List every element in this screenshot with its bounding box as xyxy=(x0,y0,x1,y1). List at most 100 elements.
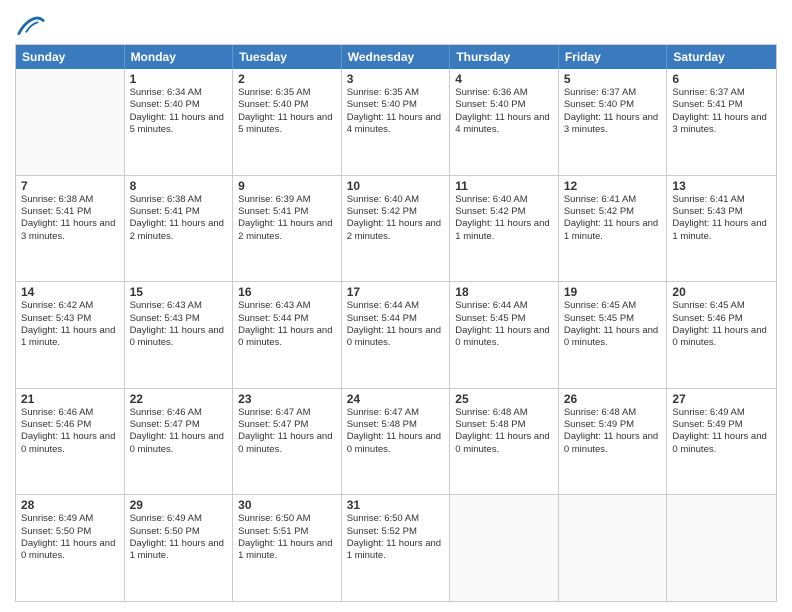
calendar-cell-15: 15Sunrise: 6:43 AMSunset: 5:43 PMDayligh… xyxy=(125,282,234,388)
calendar-cell-12: 12Sunrise: 6:41 AMSunset: 5:42 PMDayligh… xyxy=(559,176,668,282)
calendar-cell-1: 1Sunrise: 6:34 AMSunset: 5:40 PMDaylight… xyxy=(125,69,234,175)
calendar-row-0: 1Sunrise: 6:34 AMSunset: 5:40 PMDaylight… xyxy=(16,69,776,175)
cell-info: Sunrise: 6:48 AMSunset: 5:48 PMDaylight:… xyxy=(455,407,553,456)
day-number: 27 xyxy=(672,392,771,406)
calendar-row-4: 28Sunrise: 6:49 AMSunset: 5:50 PMDayligh… xyxy=(16,494,776,601)
calendar-cell-22: 22Sunrise: 6:46 AMSunset: 5:47 PMDayligh… xyxy=(125,389,234,495)
calendar-row-1: 7Sunrise: 6:38 AMSunset: 5:41 PMDaylight… xyxy=(16,175,776,282)
calendar-cell-13: 13Sunrise: 6:41 AMSunset: 5:43 PMDayligh… xyxy=(667,176,776,282)
weekday-header-sunday: Sunday xyxy=(16,45,125,69)
day-number: 31 xyxy=(347,498,445,512)
calendar-cell-29: 29Sunrise: 6:49 AMSunset: 5:50 PMDayligh… xyxy=(125,495,234,601)
calendar-cell-21: 21Sunrise: 6:46 AMSunset: 5:46 PMDayligh… xyxy=(16,389,125,495)
cell-info: Sunrise: 6:45 AMSunset: 5:46 PMDaylight:… xyxy=(672,300,771,349)
calendar: SundayMondayTuesdayWednesdayThursdayFrid… xyxy=(15,44,777,602)
calendar-cell-16: 16Sunrise: 6:43 AMSunset: 5:44 PMDayligh… xyxy=(233,282,342,388)
day-number: 4 xyxy=(455,72,553,86)
calendar-row-3: 21Sunrise: 6:46 AMSunset: 5:46 PMDayligh… xyxy=(16,388,776,495)
cell-info: Sunrise: 6:35 AMSunset: 5:40 PMDaylight:… xyxy=(238,87,336,136)
day-number: 11 xyxy=(455,179,553,193)
cell-info: Sunrise: 6:48 AMSunset: 5:49 PMDaylight:… xyxy=(564,407,662,456)
day-number: 2 xyxy=(238,72,336,86)
cell-info: Sunrise: 6:44 AMSunset: 5:44 PMDaylight:… xyxy=(347,300,445,349)
day-number: 1 xyxy=(130,72,228,86)
calendar-cell-25: 25Sunrise: 6:48 AMSunset: 5:48 PMDayligh… xyxy=(450,389,559,495)
day-number: 20 xyxy=(672,285,771,299)
cell-info: Sunrise: 6:39 AMSunset: 5:41 PMDaylight:… xyxy=(238,194,336,243)
cell-info: Sunrise: 6:49 AMSunset: 5:50 PMDaylight:… xyxy=(130,513,228,562)
cell-info: Sunrise: 6:46 AMSunset: 5:47 PMDaylight:… xyxy=(130,407,228,456)
cell-info: Sunrise: 6:47 AMSunset: 5:47 PMDaylight:… xyxy=(238,407,336,456)
calendar-cell-4: 4Sunrise: 6:36 AMSunset: 5:40 PMDaylight… xyxy=(450,69,559,175)
day-number: 3 xyxy=(347,72,445,86)
day-number: 28 xyxy=(21,498,119,512)
calendar-cell-3: 3Sunrise: 6:35 AMSunset: 5:40 PMDaylight… xyxy=(342,69,451,175)
day-number: 29 xyxy=(130,498,228,512)
calendar-cell-10: 10Sunrise: 6:40 AMSunset: 5:42 PMDayligh… xyxy=(342,176,451,282)
calendar-cell-14: 14Sunrise: 6:42 AMSunset: 5:43 PMDayligh… xyxy=(16,282,125,388)
calendar-cell-5: 5Sunrise: 6:37 AMSunset: 5:40 PMDaylight… xyxy=(559,69,668,175)
cell-info: Sunrise: 6:35 AMSunset: 5:40 PMDaylight:… xyxy=(347,87,445,136)
calendar-cell-31: 31Sunrise: 6:50 AMSunset: 5:52 PMDayligh… xyxy=(342,495,451,601)
logo-icon xyxy=(17,14,45,42)
cell-info: Sunrise: 6:44 AMSunset: 5:45 PMDaylight:… xyxy=(455,300,553,349)
cell-info: Sunrise: 6:36 AMSunset: 5:40 PMDaylight:… xyxy=(455,87,553,136)
day-number: 16 xyxy=(238,285,336,299)
page: SundayMondayTuesdayWednesdayThursdayFrid… xyxy=(0,0,792,612)
calendar-cell-11: 11Sunrise: 6:40 AMSunset: 5:42 PMDayligh… xyxy=(450,176,559,282)
cell-info: Sunrise: 6:47 AMSunset: 5:48 PMDaylight:… xyxy=(347,407,445,456)
cell-info: Sunrise: 6:43 AMSunset: 5:43 PMDaylight:… xyxy=(130,300,228,349)
cell-info: Sunrise: 6:45 AMSunset: 5:45 PMDaylight:… xyxy=(564,300,662,349)
calendar-cell-17: 17Sunrise: 6:44 AMSunset: 5:44 PMDayligh… xyxy=(342,282,451,388)
cell-info: Sunrise: 6:46 AMSunset: 5:46 PMDaylight:… xyxy=(21,407,119,456)
day-number: 21 xyxy=(21,392,119,406)
cell-info: Sunrise: 6:38 AMSunset: 5:41 PMDaylight:… xyxy=(21,194,119,243)
day-number: 5 xyxy=(564,72,662,86)
calendar-row-2: 14Sunrise: 6:42 AMSunset: 5:43 PMDayligh… xyxy=(16,281,776,388)
day-number: 14 xyxy=(21,285,119,299)
day-number: 24 xyxy=(347,392,445,406)
cell-info: Sunrise: 6:43 AMSunset: 5:44 PMDaylight:… xyxy=(238,300,336,349)
weekday-header-saturday: Saturday xyxy=(667,45,776,69)
cell-info: Sunrise: 6:38 AMSunset: 5:41 PMDaylight:… xyxy=(130,194,228,243)
cell-info: Sunrise: 6:42 AMSunset: 5:43 PMDaylight:… xyxy=(21,300,119,349)
calendar-cell-19: 19Sunrise: 6:45 AMSunset: 5:45 PMDayligh… xyxy=(559,282,668,388)
calendar-cell-28: 28Sunrise: 6:49 AMSunset: 5:50 PMDayligh… xyxy=(16,495,125,601)
day-number: 19 xyxy=(564,285,662,299)
cell-info: Sunrise: 6:50 AMSunset: 5:52 PMDaylight:… xyxy=(347,513,445,562)
cell-info: Sunrise: 6:41 AMSunset: 5:43 PMDaylight:… xyxy=(672,194,771,243)
weekday-header-friday: Friday xyxy=(559,45,668,69)
calendar-cell-9: 9Sunrise: 6:39 AMSunset: 5:41 PMDaylight… xyxy=(233,176,342,282)
weekday-header-thursday: Thursday xyxy=(450,45,559,69)
calendar-cell-27: 27Sunrise: 6:49 AMSunset: 5:49 PMDayligh… xyxy=(667,389,776,495)
day-number: 25 xyxy=(455,392,553,406)
calendar-cell-empty-0-0 xyxy=(16,69,125,175)
cell-info: Sunrise: 6:37 AMSunset: 5:40 PMDaylight:… xyxy=(564,87,662,136)
header xyxy=(15,10,777,38)
calendar-cell-30: 30Sunrise: 6:50 AMSunset: 5:51 PMDayligh… xyxy=(233,495,342,601)
day-number: 17 xyxy=(347,285,445,299)
cell-info: Sunrise: 6:50 AMSunset: 5:51 PMDaylight:… xyxy=(238,513,336,562)
weekday-header-tuesday: Tuesday xyxy=(233,45,342,69)
calendar-cell-6: 6Sunrise: 6:37 AMSunset: 5:41 PMDaylight… xyxy=(667,69,776,175)
day-number: 10 xyxy=(347,179,445,193)
day-number: 6 xyxy=(672,72,771,86)
calendar-cell-empty-4-5 xyxy=(559,495,668,601)
cell-info: Sunrise: 6:40 AMSunset: 5:42 PMDaylight:… xyxy=(347,194,445,243)
weekday-header-wednesday: Wednesday xyxy=(342,45,451,69)
day-number: 13 xyxy=(672,179,771,193)
day-number: 18 xyxy=(455,285,553,299)
weekday-header-monday: Monday xyxy=(125,45,234,69)
day-number: 22 xyxy=(130,392,228,406)
cell-info: Sunrise: 6:49 AMSunset: 5:50 PMDaylight:… xyxy=(21,513,119,562)
calendar-cell-20: 20Sunrise: 6:45 AMSunset: 5:46 PMDayligh… xyxy=(667,282,776,388)
calendar-cell-7: 7Sunrise: 6:38 AMSunset: 5:41 PMDaylight… xyxy=(16,176,125,282)
cell-info: Sunrise: 6:49 AMSunset: 5:49 PMDaylight:… xyxy=(672,407,771,456)
day-number: 26 xyxy=(564,392,662,406)
day-number: 12 xyxy=(564,179,662,193)
calendar-body: 1Sunrise: 6:34 AMSunset: 5:40 PMDaylight… xyxy=(16,69,776,601)
day-number: 7 xyxy=(21,179,119,193)
calendar-cell-26: 26Sunrise: 6:48 AMSunset: 5:49 PMDayligh… xyxy=(559,389,668,495)
day-number: 30 xyxy=(238,498,336,512)
logo xyxy=(15,14,45,38)
